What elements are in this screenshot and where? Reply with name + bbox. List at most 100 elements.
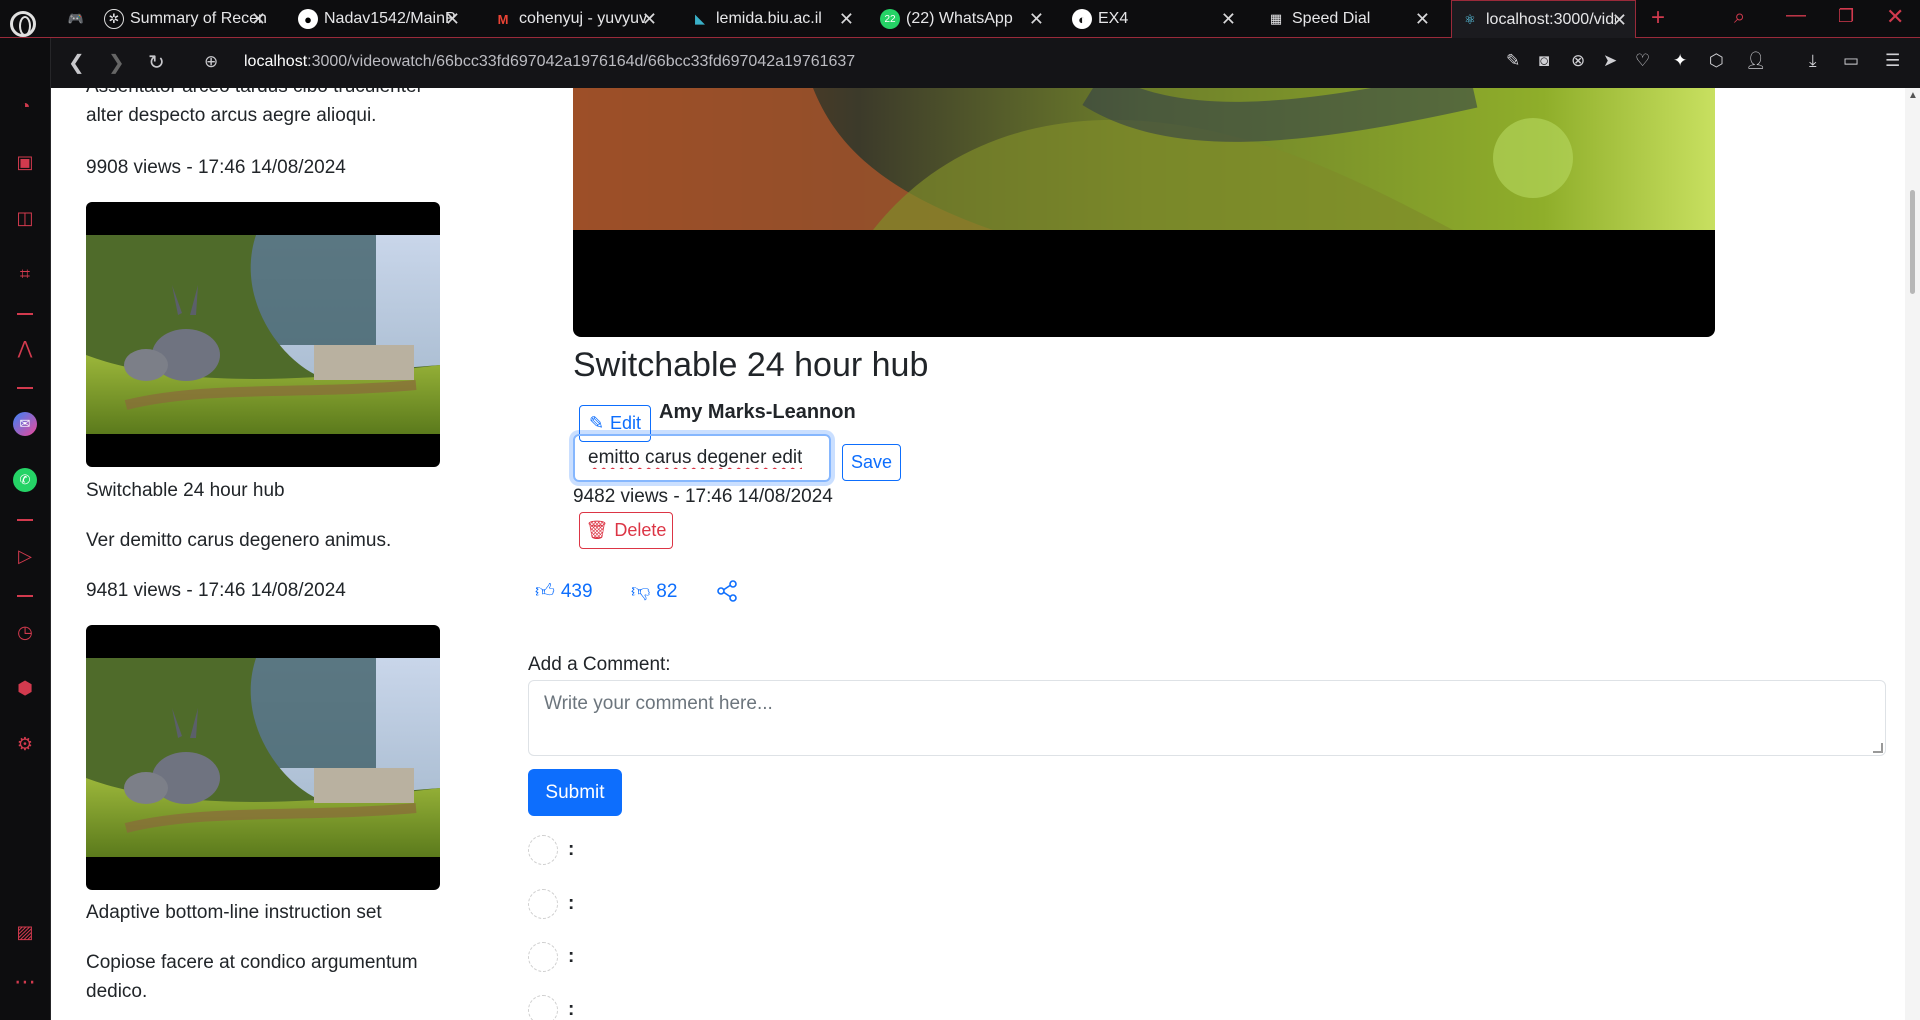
scrollbar-thumb[interactable] — [1910, 190, 1915, 294]
resize-handle-icon[interactable] — [1873, 743, 1883, 753]
aria-icon[interactable]: ⋀ — [13, 336, 37, 360]
close-icon[interactable]: ✕ — [1221, 9, 1236, 30]
speedometer-icon[interactable]: ◔ — [13, 94, 37, 118]
comment-textarea[interactable]: Write your comment here... — [528, 680, 1886, 756]
player-icon[interactable]: ▷ — [13, 544, 37, 568]
close-icon[interactable]: ✕ — [1029, 9, 1044, 30]
twitch-icon[interactable]: ◫ — [13, 206, 37, 230]
comment-item: : — [528, 942, 574, 972]
reload-icon[interactable]: ↻ — [148, 50, 165, 75]
back-icon[interactable]: ❮ — [68, 50, 85, 75]
comment-item: : — [528, 889, 574, 919]
video-views: 9482 views - 17:46 14/08/2024 — [573, 486, 833, 507]
related-video-thumbnail[interactable] — [86, 625, 440, 890]
tab-speed-dial[interactable]: ▦ Speed Dial ✕ — [1258, 0, 1438, 38]
pencil-icon: ✎ — [588, 413, 605, 433]
title-edit-input[interactable]: emitto carus degener edit — [573, 434, 831, 482]
tab-title: cohenyuj - yuvyuv — [519, 10, 648, 27]
dislike-button[interactable]: 👎︎ 82 — [631, 580, 677, 603]
like-count: 439 — [560, 580, 593, 602]
close-icon[interactable]: ✕ — [251, 9, 266, 30]
save-button-label: Save — [850, 452, 893, 472]
new-tab-icon[interactable]: + — [1651, 4, 1665, 32]
settings-icon[interactable]: ⚙ — [13, 732, 37, 756]
tab-title: lemida.biu.ac.il — [716, 10, 822, 27]
video-player[interactable] — [573, 88, 1715, 337]
comment-item: : — [528, 835, 574, 865]
close-icon[interactable]: ✕ — [1415, 9, 1430, 30]
page-scrollbar[interactable]: ▲ — [1905, 88, 1920, 1020]
tab-lemida[interactable]: ◣ lemida.biu.ac.il ✕ — [682, 0, 862, 38]
easy-setup-icon[interactable]: ☰ — [1885, 51, 1900, 71]
site-info-icon[interactable]: ⊕ — [204, 52, 218, 72]
opera-menu-icon[interactable] — [10, 11, 36, 37]
close-icon[interactable]: ✕ — [1612, 10, 1627, 31]
tab-title: (22) WhatsApp — [906, 10, 1013, 27]
video-still-image — [86, 658, 440, 857]
tab-whatsapp[interactable]: 22 (22) WhatsApp ✕ — [872, 0, 1052, 38]
tab-ex4[interactable]: ◐ EX4 ✕ — [1064, 0, 1244, 38]
download-icon[interactable]: ⤓ — [1809, 51, 1817, 71]
restore-icon[interactable]: ❐ — [1838, 6, 1854, 27]
save-button[interactable]: Save — [842, 444, 901, 481]
video-author[interactable]: Amy Marks-Leannon — [659, 401, 856, 424]
cube-icon[interactable]: ⬡ — [1709, 51, 1724, 71]
related-video-thumbnail[interactable] — [86, 202, 440, 467]
edit-page-icon[interactable]: ✎ — [1506, 51, 1520, 71]
scroll-up-icon[interactable]: ▲ — [1908, 90, 1918, 101]
briefcase-icon[interactable]: ▣ — [13, 150, 37, 174]
game-icon[interactable]: 🎮 — [58, 0, 88, 38]
comment-text: : — [568, 946, 575, 967]
ai-extension-icon[interactable]: ✦ — [1673, 51, 1687, 71]
heart-icon[interactable]: ♡ — [1635, 51, 1650, 71]
close-icon[interactable]: ✕ — [839, 9, 854, 30]
trash-icon: 🗑︎ — [585, 520, 609, 540]
gmail-icon: M — [497, 11, 509, 27]
submit-button-label: Submit — [545, 781, 605, 803]
comment-item: : — [528, 995, 574, 1020]
tab-gmail[interactable]: M cohenyuj - yuvyuv ✕ — [485, 0, 665, 38]
profile-icon[interactable]: 👤︎ — [1745, 51, 1767, 71]
share-button[interactable] — [716, 580, 738, 602]
video-watch-page: Assentator arceo tardus cibo truculenter… — [51, 88, 1905, 1020]
github-icon: ● — [298, 9, 318, 29]
address-bar: ❮ ❯ ↻ ⊕ localhost:3000/videowatch/66bcc3… — [51, 38, 1920, 88]
close-window-icon[interactable]: ✕ — [1886, 4, 1904, 30]
more-icon[interactable]: ⋯ — [13, 970, 37, 994]
sidebar-divider — [17, 387, 33, 389]
video-title: Switchable 24 hour hub — [573, 346, 929, 384]
avatar — [528, 889, 558, 919]
submit-button[interactable]: Submit — [528, 769, 622, 816]
close-icon[interactable]: ✕ — [445, 9, 460, 30]
send-icon[interactable]: ➤ — [1603, 51, 1617, 71]
sidebar-divider — [17, 313, 33, 315]
comment-text: : — [568, 893, 575, 914]
history-icon[interactable]: ◷ — [13, 620, 37, 644]
delete-button[interactable]: 🗑︎ Delete — [579, 512, 673, 549]
minimize-icon[interactable]: — — [1786, 4, 1806, 27]
related-video-title[interactable]: Switchable 24 hour hub — [86, 476, 285, 505]
tab-summary[interactable]: ✲ Summary of Recen ✕ — [96, 0, 274, 38]
related-video-title[interactable]: Adaptive bottom-line instruction set — [86, 898, 382, 927]
close-icon[interactable]: ✕ — [642, 9, 657, 30]
thumbs-up-icon: 👍︎ — [535, 581, 555, 602]
extensions-icon[interactable]: ⬢ — [13, 676, 37, 700]
camera-icon[interactable]: ◙ — [1539, 51, 1549, 71]
battery-icon[interactable]: ▭ — [1843, 51, 1859, 71]
comment-label: Add a Comment: — [528, 654, 671, 675]
edit-button-label: Edit — [610, 413, 642, 433]
grid-icon: ▦ — [1269, 11, 1283, 26]
adblock-icon[interactable]: ⊗ — [1571, 51, 1585, 71]
whatsapp-sidebar-icon[interactable]: ✆ — [13, 468, 37, 492]
chip-icon[interactable]: ⌗ — [13, 262, 37, 286]
related-video-views: 9481 views - 17:46 14/08/2024 — [86, 580, 346, 601]
tab-title: EX4 — [1098, 10, 1129, 27]
search-tabs-icon[interactable]: ⌕ — [1734, 6, 1745, 29]
tab-github[interactable]: ● Nadav1542/MainP ✕ — [290, 0, 468, 38]
wallpaper-icon[interactable]: ▨ — [13, 920, 37, 944]
tab-localhost[interactable]: ⚛ localhost:3000/vide ✕ — [1451, 0, 1636, 38]
messenger-icon[interactable]: ✉ — [13, 412, 37, 436]
url-field[interactable]: localhost:3000/videowatch/66bcc33fd69704… — [244, 53, 855, 71]
forward-icon[interactable]: ❯ — [108, 50, 125, 75]
like-button[interactable]: 👍︎ 439 — [535, 580, 593, 603]
